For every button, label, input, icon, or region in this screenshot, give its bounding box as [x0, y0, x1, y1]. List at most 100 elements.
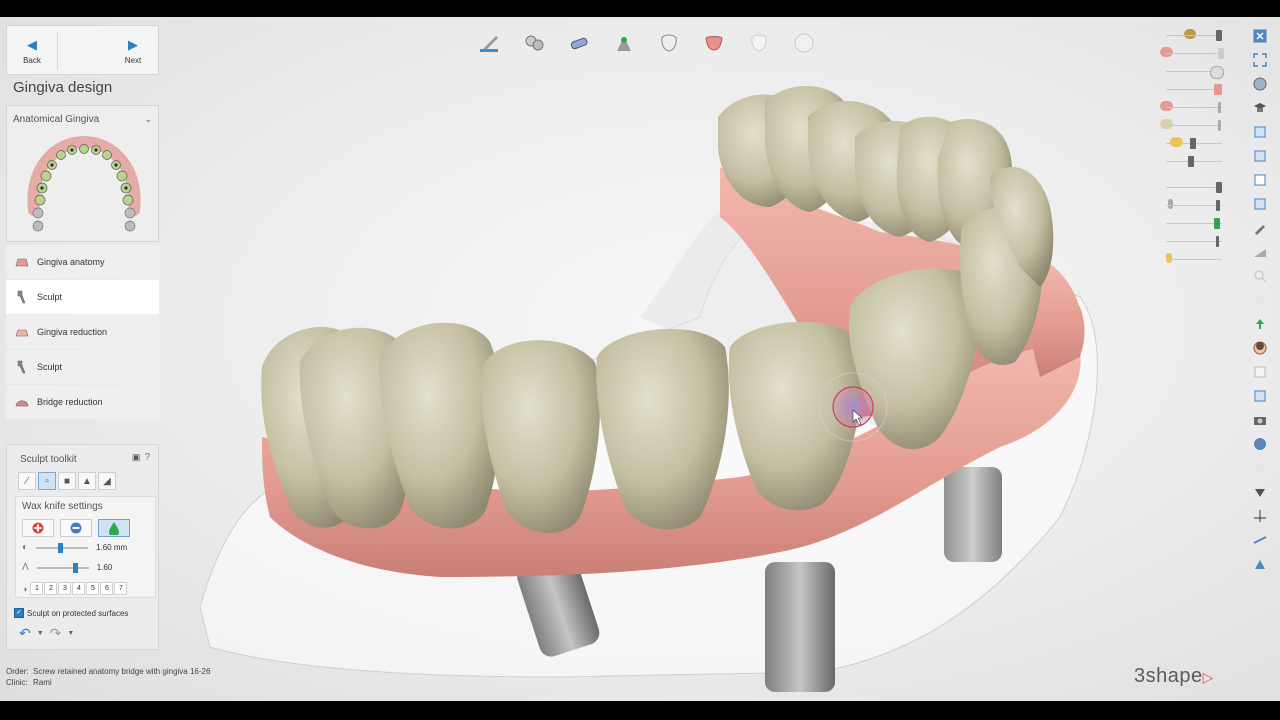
preset-7[interactable]: 7 — [114, 582, 128, 595]
view-right-icon[interactable] — [1251, 195, 1269, 213]
drop-icon — [109, 521, 119, 535]
attachment-tool-icon[interactable] — [612, 31, 636, 55]
wax-knife-tool[interactable]: ∕ — [18, 472, 36, 490]
fit-to-screen-icon[interactable] — [1251, 51, 1269, 69]
navigation-panel: ◀ Back ▶ Next — [6, 25, 159, 75]
pen-icon[interactable] — [1251, 219, 1269, 237]
arch-view-icon[interactable] — [1251, 483, 1269, 501]
order-value: Screw retained anatomy bridge with gingi… — [33, 667, 211, 676]
next-label: Next — [124, 55, 142, 65]
redo-dropdown-icon[interactable]: ▼ — [67, 630, 74, 637]
visibility-slider[interactable] — [1160, 63, 1226, 81]
redo-icon[interactable]: ↷ — [50, 625, 62, 642]
step-sculpt[interactable]: Sculpt — [6, 280, 159, 314]
workflow-steps: Gingiva anatomy Sculpt Gingiva reduction… — [6, 245, 159, 420]
upload-icon[interactable] — [1251, 315, 1269, 333]
visibility-slider[interactable] — [1160, 215, 1226, 233]
step-bridge-reduction[interactable]: Bridge reduction — [6, 385, 159, 419]
disabled-icon[interactable] — [1251, 459, 1269, 477]
graduation-cap-icon[interactable] — [1251, 99, 1269, 117]
section-icon[interactable] — [1251, 387, 1269, 405]
morph-tool[interactable]: ▲ — [78, 472, 96, 490]
camera-icon[interactable] — [1251, 411, 1269, 429]
view-back-icon[interactable] — [1251, 147, 1269, 165]
face-icon[interactable] — [1251, 339, 1269, 357]
wax-settings-title: Wax knife settings — [22, 501, 103, 512]
ruler-icon[interactable] — [1251, 531, 1269, 549]
smooth-material-button[interactable] — [98, 519, 130, 537]
preset-5[interactable]: 5 — [86, 582, 100, 595]
connector-tool-icon[interactable] — [567, 31, 591, 55]
add-material-button[interactable] — [22, 519, 54, 537]
undo-dropdown-icon[interactable]: ▼ — [37, 630, 44, 637]
visibility-slider[interactable] — [1160, 251, 1226, 269]
undo-icon[interactable]: ↶ — [19, 625, 31, 642]
axis-icon[interactable] — [1251, 507, 1269, 525]
size-slider-knob[interactable] — [58, 542, 64, 553]
viewport[interactable]: ◀ Back ▶ Next Gingiva design Anatomical … — [0, 17, 1280, 701]
dental-3d-model[interactable] — [0, 17, 1280, 701]
knife-tool-icon[interactable] — [477, 31, 501, 55]
view-left-icon[interactable] — [1251, 171, 1269, 189]
visibility-slider[interactable] — [1160, 27, 1226, 45]
wax-mode-buttons — [22, 519, 130, 537]
visibility-slider[interactable] — [1160, 135, 1226, 153]
back-button[interactable]: ◀ Back — [7, 26, 57, 76]
order-info: Order: Screw retained anatomy bridge with… — [6, 666, 210, 688]
gingiva-anatomy-icon — [14, 255, 30, 269]
sphere-tool-icon[interactable] — [792, 31, 816, 55]
head-icon[interactable] — [1251, 435, 1269, 453]
add-icon — [32, 522, 44, 534]
tooth-tool-icon[interactable] — [657, 31, 681, 55]
crown-tool-icon[interactable] — [747, 31, 771, 55]
sculpt-view-icon[interactable] — [1251, 555, 1269, 573]
sculpt-toolkit-panel: Sculpt toolkit ▣ ? ∕ ▫ ■ ▲ ◢ Wax knife s… — [6, 444, 159, 650]
protected-surfaces-option[interactable]: ✓ Sculpt on protected surfaces — [14, 608, 128, 618]
strength-slider[interactable] — [36, 562, 89, 573]
gingiva-type-dropdown[interactable]: Anatomical Gingiva ⌄ — [13, 112, 152, 126]
smooth-tool[interactable]: ■ — [58, 472, 76, 490]
preset-2[interactable]: 2 — [44, 582, 58, 595]
gingiva-type-value: Anatomical Gingiva — [13, 113, 100, 125]
globe-icon[interactable] — [1251, 75, 1269, 93]
visibility-slider[interactable] — [1160, 197, 1226, 215]
preset-3[interactable]: 3 — [58, 582, 72, 595]
sculpt-add-remove-tool[interactable]: ▫ — [38, 472, 56, 490]
protected-surfaces-checkbox[interactable]: ✓ — [14, 608, 24, 618]
panel-title: Gingiva design — [13, 79, 113, 96]
step-gingiva-anatomy[interactable]: Gingiva anatomy — [6, 245, 159, 279]
size-icon: ◐ — [22, 542, 29, 553]
help-button[interactable]: ? — [144, 452, 150, 463]
preset-1[interactable]: 1 — [30, 582, 44, 595]
visibility-slider[interactable] — [1160, 81, 1226, 99]
measure-icon[interactable] — [1251, 243, 1269, 261]
scale-tool[interactable]: ◢ — [98, 472, 116, 490]
preset-buttons: ◑ 1 2 3 4 5 6 7 — [22, 582, 128, 595]
clipping-icon[interactable] — [1251, 363, 1269, 381]
close-icon[interactable] — [1251, 27, 1269, 45]
hide-icon[interactable] — [1251, 291, 1269, 309]
size-value: 1.60 mm — [96, 543, 128, 552]
visibility-slider[interactable] — [1160, 153, 1226, 171]
cut-tool-icon[interactable] — [522, 31, 546, 55]
next-button[interactable]: ▶ Next — [108, 26, 158, 76]
remove-material-button[interactable] — [60, 519, 92, 537]
strength-slider-knob[interactable] — [72, 562, 78, 573]
view-front-icon[interactable] — [1251, 123, 1269, 141]
step-sculpt-2[interactable]: Sculpt — [6, 350, 159, 384]
gingiva-tool-icon[interactable] — [702, 31, 726, 55]
search-icon[interactable] — [1251, 267, 1269, 285]
step-gingiva-reduction[interactable]: Gingiva reduction — [6, 315, 159, 349]
size-slider[interactable] — [36, 542, 89, 553]
preset-6[interactable]: 6 — [100, 582, 114, 595]
visibility-slider[interactable] — [1160, 99, 1226, 117]
visibility-slider[interactable] — [1160, 179, 1226, 197]
visibility-slider[interactable] — [1160, 45, 1226, 63]
video-icon[interactable]: ▣ — [132, 452, 141, 463]
preset-4[interactable]: 4 — [72, 582, 86, 595]
visibility-slider[interactable] — [1160, 117, 1226, 135]
tooth-arch-chart[interactable] — [19, 130, 149, 238]
visibility-slider[interactable] — [1160, 233, 1226, 251]
step-label: Bridge reduction — [37, 397, 103, 407]
back-label: Back — [23, 55, 41, 65]
